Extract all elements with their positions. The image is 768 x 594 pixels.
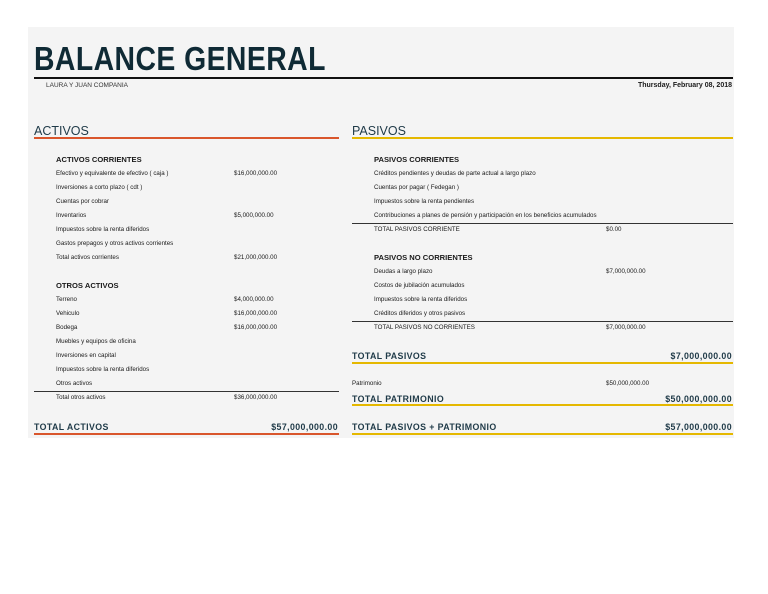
activos-corrientes-row-label: Inversiones a corto plazo ( cdt ) bbox=[56, 184, 143, 191]
pasivos-corrientes-row-label: Contribuciones a planes de pensión y par… bbox=[374, 212, 597, 219]
total-pasivos-value: $7,000,000.00 bbox=[670, 351, 732, 361]
pasivos-no-corrientes-row-value: $7,000,000.00 bbox=[606, 268, 646, 275]
pasivos-no-corrientes-row-label: Impuestos sobre la renta diferidos bbox=[374, 296, 468, 303]
company-name: LAURA Y JUAN COMPANIA bbox=[46, 82, 128, 89]
otros-activos-row-label: Inversiones en capital bbox=[56, 352, 116, 359]
report-date: Thursday, February 08, 2018 bbox=[637, 82, 732, 89]
otros-activos-row-label: Vehiculo bbox=[56, 310, 80, 317]
pasivos-heading: PASIVOS bbox=[352, 124, 406, 138]
activos-corrientes-row-value: $21,000,000.00 bbox=[234, 254, 278, 261]
total-pasivos-rule bbox=[352, 362, 733, 364]
otros-activos-row-label: Bodega bbox=[56, 324, 78, 331]
title-divider bbox=[34, 77, 733, 79]
total-activos-label: TOTAL ACTIVOS bbox=[34, 422, 109, 432]
patrimonio-value: $50,000,000.00 bbox=[606, 380, 650, 387]
total-pasivos-label: TOTAL PASIVOS bbox=[352, 351, 427, 361]
otros-activos-heading: OTROS ACTIVOS bbox=[56, 281, 119, 290]
total-pasivos-corrientes-value: $0.00 bbox=[606, 226, 622, 233]
activos-corrientes-row-label: Efectivo y equivalente de efectivo ( caj… bbox=[56, 170, 169, 177]
otros-activos-row-label: Otros activos bbox=[56, 380, 93, 387]
total-pasivos-no-corrientes-label: TOTAL PASIVOS NO CORRIENTES bbox=[374, 324, 475, 331]
otros-activos-row-value: $16,000,000.00 bbox=[234, 324, 278, 331]
total-otros-activos-value: $36,000,000.00 bbox=[234, 394, 278, 401]
pasivos-corrientes-heading: PASIVOS CORRIENTES bbox=[374, 155, 460, 164]
total-pasivos-corrientes-label: TOTAL PASIVOS CORRIENTE bbox=[374, 226, 460, 233]
pasivos-heading-rule bbox=[352, 137, 733, 139]
activos-corrientes-row-label: Impuestos sobre la renta diferidos bbox=[56, 226, 150, 233]
pasivos-corrientes-divider bbox=[352, 223, 733, 224]
total-activos-value: $57,000,000.00 bbox=[271, 422, 338, 432]
total-patrimonio-value: $50,000,000.00 bbox=[665, 394, 732, 404]
total-patrimonio-label: TOTAL PATRIMONIO bbox=[352, 394, 445, 404]
activos-heading-rule bbox=[34, 137, 339, 139]
pasivos-corrientes-row-label: Cuentas por pagar ( Fedegan ) bbox=[374, 184, 459, 191]
total-activos-rule bbox=[34, 433, 339, 435]
otros-activos-row-label: Impuestos sobre la renta diferidos bbox=[56, 366, 150, 373]
activos-corrientes-row-label: Total activos corrientes bbox=[56, 254, 119, 261]
otros-activos-row-value: $4,000,000.00 bbox=[234, 296, 274, 303]
pasivos-no-corrientes-row-label: Costos de jubilación acumulados bbox=[374, 282, 465, 289]
otros-activos-divider bbox=[34, 391, 339, 392]
total-patrimonio-rule bbox=[352, 404, 733, 406]
activos-corrientes-row-value: $16,000,000.00 bbox=[234, 170, 278, 177]
activos-corrientes-row-label: Gastos prepagos y otros activos corrient… bbox=[56, 240, 174, 247]
total-pasivos-patrimonio-label: TOTAL PASIVOS + PATRIMONIO bbox=[352, 422, 497, 432]
otros-activos-row-label: Muebles y equipos de oficina bbox=[56, 338, 136, 345]
otros-activos-row-label: Terreno bbox=[56, 296, 77, 303]
pasivos-no-corrientes-row-label: Créditos diferidos y otros pasivos bbox=[374, 310, 466, 317]
pasivos-no-corrientes-row-label: Deudas a largo plazo bbox=[374, 268, 433, 275]
page-title: BALANCE GENERAL bbox=[34, 40, 326, 77]
pasivos-corrientes-row-label: Impuestos sobre la renta pendientes bbox=[374, 198, 475, 205]
otros-activos-row-value: $16,000,000.00 bbox=[234, 310, 278, 317]
activos-corrientes-row-label: Cuentas por cobrar bbox=[56, 198, 109, 205]
activos-corrientes-heading: ACTIVOS CORRIENTES bbox=[56, 155, 142, 164]
activos-corrientes-row-label: Inventarios bbox=[56, 212, 87, 219]
pasivos-corrientes-row-label: Créditos pendientes y deudas de parte ac… bbox=[374, 170, 536, 177]
patrimonio-label: Patrimonio bbox=[352, 380, 382, 387]
pasivos-no-corrientes-divider bbox=[352, 321, 733, 322]
activos-corrientes-row-value: $5,000,000.00 bbox=[234, 212, 274, 219]
total-pasivos-patrimonio-value: $57,000,000.00 bbox=[665, 422, 732, 432]
activos-heading: ACTIVOS bbox=[34, 124, 89, 138]
total-otros-activos-label: Total otros activos bbox=[56, 394, 106, 401]
total-pasivos-no-corrientes-value: $7,000,000.00 bbox=[606, 324, 646, 331]
total-pasivos-patrimonio-rule bbox=[352, 433, 733, 435]
pasivos-no-corrientes-heading: PASIVOS NO CORRIENTES bbox=[374, 253, 473, 262]
